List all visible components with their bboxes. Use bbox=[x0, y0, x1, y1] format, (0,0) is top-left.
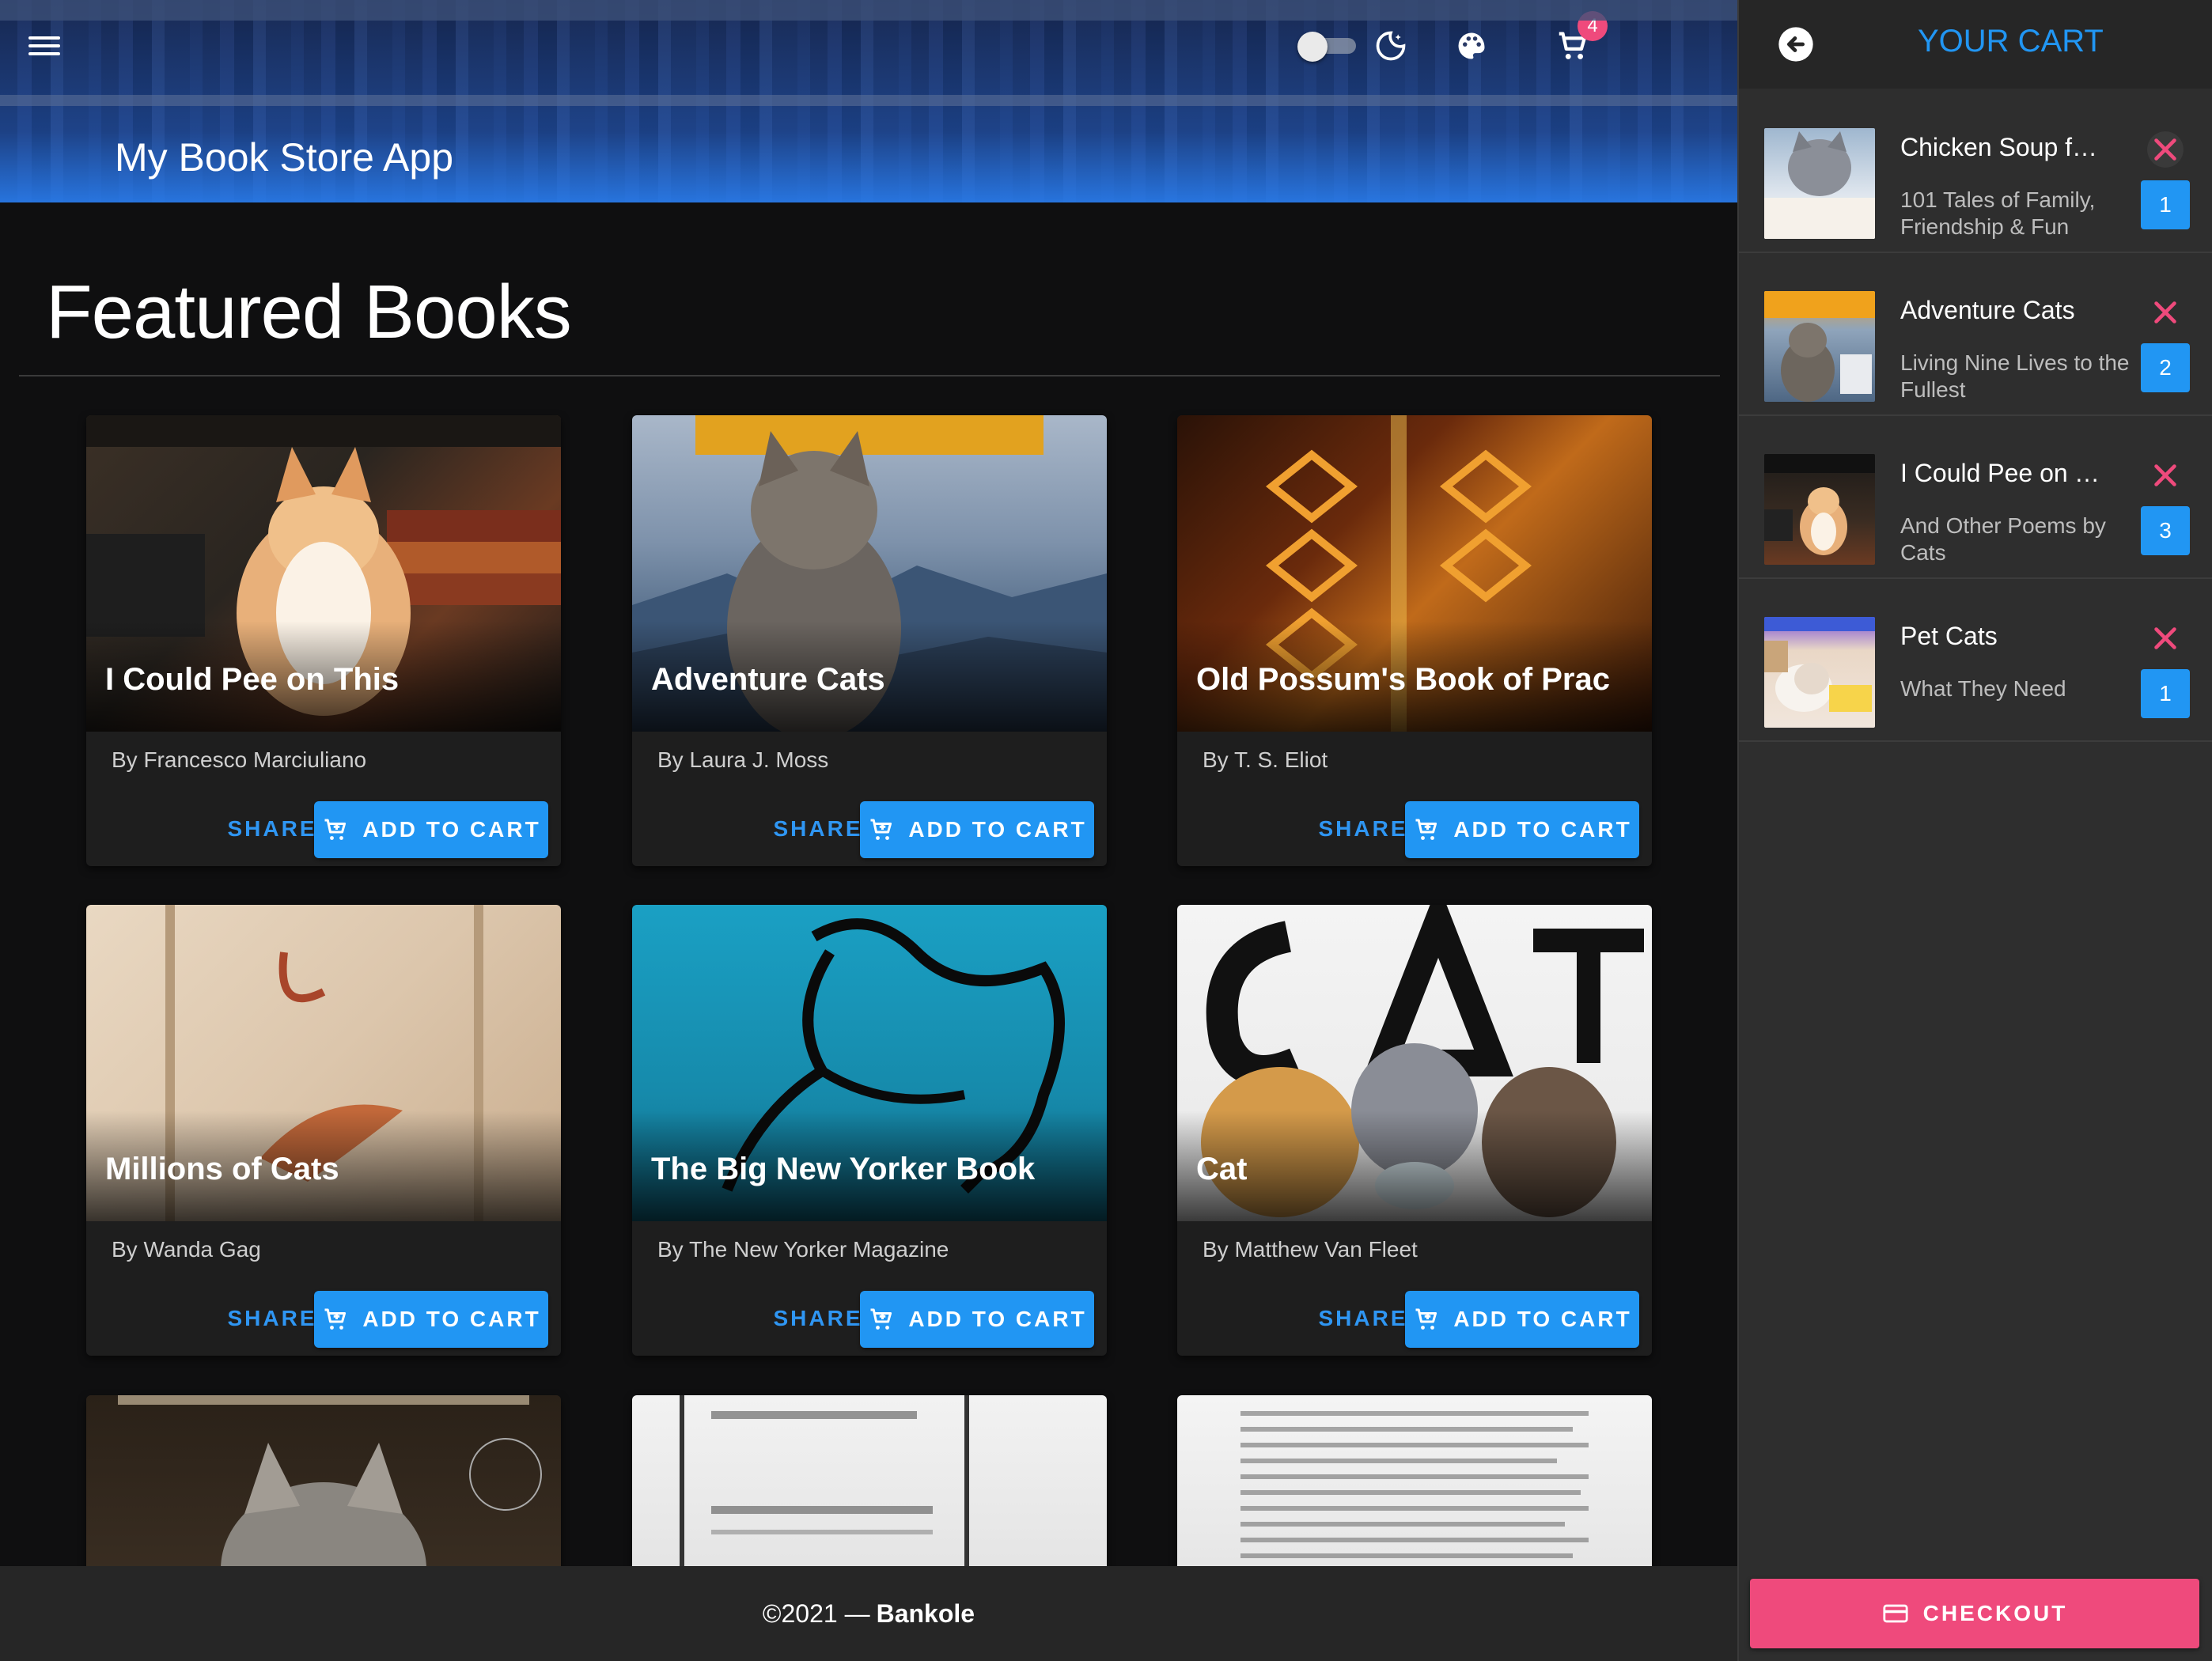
theme-toggle[interactable] bbox=[1297, 30, 1361, 62]
remove-item-icon[interactable] bbox=[2146, 456, 2185, 495]
footer-author: Bankole bbox=[876, 1599, 975, 1628]
cart-item: Chicken Soup for... 101 Tales of Family,… bbox=[1739, 90, 2212, 253]
palette-icon[interactable] bbox=[1449, 24, 1494, 68]
book-title: Cat bbox=[1196, 1152, 1248, 1186]
book-card: I Could Pee on This By Francesco Marciul… bbox=[86, 415, 561, 866]
book-title: Adventure Cats bbox=[651, 662, 885, 697]
add-to-cart-button[interactable]: ADD TO CART bbox=[860, 801, 1094, 858]
cart-item-subtitle: What They Need bbox=[1900, 676, 2066, 701]
book-author: By Francesco Marciuliano bbox=[112, 747, 367, 772]
book-author: By T. S. Eliot bbox=[1203, 747, 1328, 772]
checkout-label: CHECKOUT bbox=[1922, 1601, 2068, 1625]
shelf-decoration bbox=[0, 95, 1737, 106]
book-card: Old Possum's Book of Prac By T. S. Eliot… bbox=[1177, 415, 1652, 866]
copyright-text: ©2021 — bbox=[762, 1599, 870, 1628]
add-to-cart-label: ADD TO CART bbox=[362, 817, 541, 842]
book-cover[interactable] bbox=[86, 1395, 561, 1585]
checkout-button[interactable]: CHECKOUT bbox=[1750, 1579, 2199, 1648]
add-to-cart-label: ADD TO CART bbox=[908, 817, 1087, 842]
back-arrow-icon[interactable] bbox=[1775, 24, 1816, 65]
add-to-cart-label: ADD TO CART bbox=[362, 1307, 541, 1331]
footer: ©2021 — Bankole bbox=[0, 1566, 1737, 1661]
cart-item-thumbnail bbox=[1764, 454, 1875, 565]
book-title: The Big New Yorker Book bbox=[651, 1152, 1036, 1186]
add-to-cart-button[interactable]: ADD TO CART bbox=[314, 1291, 548, 1348]
cart-count-badge: 4 bbox=[1578, 11, 1608, 41]
remove-item-icon[interactable] bbox=[2146, 130, 2185, 169]
menu-icon[interactable] bbox=[25, 32, 63, 60]
cart-item-name: Chicken Soup for... bbox=[1900, 133, 2106, 161]
add-to-cart-button[interactable]: ADD TO CART bbox=[1405, 801, 1639, 858]
cart-header: YOUR CART bbox=[1739, 0, 2212, 89]
cart-item-name: Adventure Cats bbox=[1900, 296, 2075, 324]
book-card bbox=[1177, 1395, 1652, 1585]
cart-item-subtitle: Living Nine Lives to the Fullest bbox=[1900, 350, 2130, 402]
cart-item-thumbnail bbox=[1764, 617, 1875, 728]
cart-item-subtitle: 101 Tales of Family, Friendship & Fun bbox=[1900, 187, 2096, 239]
cart-item-name: Pet Cats bbox=[1900, 622, 1998, 650]
add-to-cart-button[interactable]: ADD TO CART bbox=[860, 1291, 1094, 1348]
divider bbox=[19, 375, 1720, 376]
add-cart-icon bbox=[870, 1308, 892, 1330]
book-author: By Wanda Gag bbox=[112, 1237, 261, 1262]
add-to-cart-button[interactable]: ADD TO CART bbox=[314, 801, 548, 858]
book-card: Cat By Matthew Van Fleet SHARE ADD TO CA… bbox=[1177, 905, 1652, 1356]
book-author: By Laura J. Moss bbox=[657, 747, 829, 772]
add-to-cart-button[interactable]: ADD TO CART bbox=[1405, 1291, 1639, 1348]
cart-item: Adventure Cats Living Nine Lives to the … bbox=[1739, 253, 2212, 416]
cart-item: I Could Pee on T... And Other Poems by C… bbox=[1739, 416, 2212, 579]
cart-item-name: I Could Pee on T... bbox=[1900, 459, 2106, 487]
book-cover[interactable] bbox=[632, 1395, 1107, 1585]
quantity-button[interactable]: 3 bbox=[2141, 506, 2190, 555]
book-card: Millions of Cats By Wanda Gag SHARE ADD … bbox=[86, 905, 561, 1356]
add-cart-icon bbox=[1415, 1308, 1437, 1330]
remove-item-icon[interactable] bbox=[2146, 293, 2185, 332]
book-title: I Could Pee on This bbox=[105, 662, 400, 697]
cart-item-thumbnail bbox=[1764, 291, 1875, 402]
add-to-cart-label: ADD TO CART bbox=[1453, 817, 1632, 842]
add-cart-icon bbox=[324, 819, 347, 840]
add-cart-icon bbox=[324, 1308, 347, 1330]
book-cover[interactable] bbox=[1177, 1395, 1652, 1585]
cart-item: Pet Cats What They Need 1 bbox=[1739, 579, 2212, 742]
book-author: By The New Yorker Magazine bbox=[657, 1237, 949, 1262]
add-cart-icon bbox=[870, 819, 892, 840]
quantity-button[interactable]: 2 bbox=[2141, 343, 2190, 392]
book-title: Old Possum's Book of Prac bbox=[1196, 662, 1610, 697]
book-card: The Big New Yorker Book By The New Yorke… bbox=[632, 905, 1107, 1356]
credit-card-icon bbox=[1883, 1604, 1908, 1623]
book-card: Adventure Cats By Laura J. Moss SHARE AD… bbox=[632, 415, 1107, 866]
cart-drawer: YOUR CART Chicken Soup for... 101 Tales … bbox=[1737, 0, 2212, 1661]
quantity-button[interactable]: 1 bbox=[2141, 669, 2190, 718]
book-title: Millions of Cats bbox=[105, 1152, 339, 1186]
cart-title: YOUR CART bbox=[1918, 24, 2104, 59]
page-title: Featured Books bbox=[46, 270, 572, 354]
app-title: My Book Store App bbox=[115, 135, 454, 180]
book-card bbox=[632, 1395, 1107, 1585]
cart-item-thumbnail bbox=[1764, 128, 1875, 239]
app-bar: My Book Store App 4 bbox=[0, 0, 1737, 202]
add-to-cart-label: ADD TO CART bbox=[908, 1307, 1087, 1331]
add-to-cart-label: ADD TO CART bbox=[1453, 1307, 1632, 1331]
dark-mode-icon[interactable] bbox=[1369, 24, 1413, 68]
book-card bbox=[86, 1395, 561, 1585]
book-author: By Matthew Van Fleet bbox=[1203, 1237, 1418, 1262]
remove-item-icon[interactable] bbox=[2146, 619, 2185, 658]
cart-item-subtitle: And Other Poems by Cats bbox=[1900, 513, 2106, 565]
add-cart-icon bbox=[1415, 819, 1437, 840]
quantity-button[interactable]: 1 bbox=[2141, 180, 2190, 229]
